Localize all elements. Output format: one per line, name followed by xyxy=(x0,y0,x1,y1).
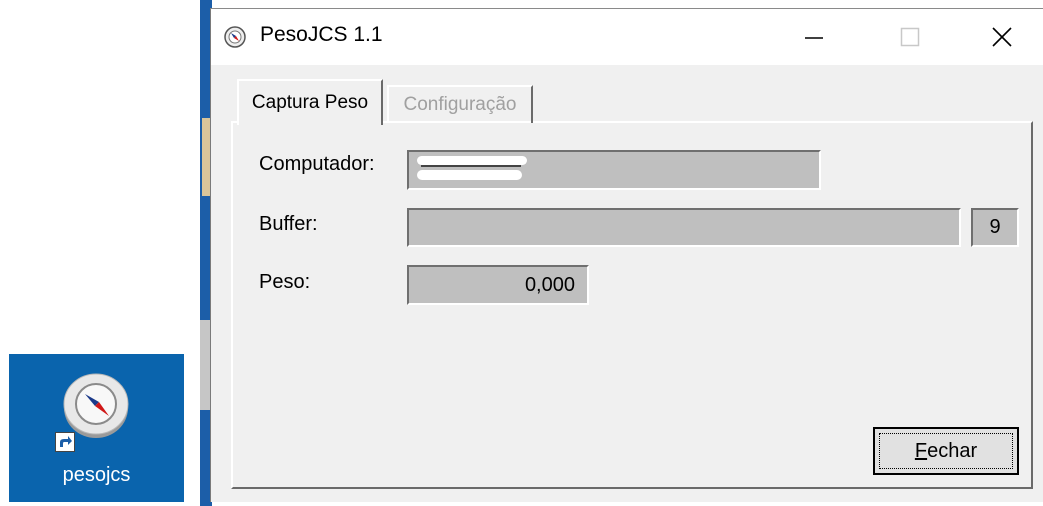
minimize-button[interactable] xyxy=(791,15,837,59)
desktop-shortcut-pesojcs[interactable]: pesojcs xyxy=(9,354,184,502)
title-bar[interactable]: PesoJCS 1.1 xyxy=(211,9,1043,65)
buffer-field[interactable] xyxy=(407,208,961,247)
compass-icon xyxy=(224,26,246,48)
desktop-window-edge xyxy=(202,118,210,196)
computador-field[interactable] xyxy=(407,150,821,190)
app-window: PesoJCS 1.1 Captura Peso Configuração Co… xyxy=(210,8,1043,502)
peso-field: 0,000 xyxy=(407,265,589,305)
redaction-mark xyxy=(417,156,527,182)
buffer-count-field: 9 xyxy=(971,208,1019,247)
fechar-button[interactable]: Fechar xyxy=(873,427,1019,475)
buffer-label: Buffer: xyxy=(259,213,318,235)
focus-rect xyxy=(879,433,1013,469)
maximize-icon xyxy=(900,27,920,47)
minimize-icon xyxy=(805,37,823,39)
desktop-icon-label: pesojcs xyxy=(62,464,131,486)
close-button[interactable] xyxy=(979,15,1025,59)
shortcut-arrow-icon xyxy=(55,432,75,452)
maximize-button[interactable] xyxy=(887,15,933,59)
computador-label: Computador: xyxy=(259,153,375,175)
compass-icon xyxy=(63,373,129,438)
tab-configuracao[interactable]: Configuração xyxy=(387,85,533,123)
window-title: PesoJCS 1.1 xyxy=(260,23,383,46)
peso-label: Peso: xyxy=(259,271,311,293)
tab-captura-peso[interactable]: Captura Peso xyxy=(237,79,383,125)
close-icon xyxy=(992,27,1012,47)
